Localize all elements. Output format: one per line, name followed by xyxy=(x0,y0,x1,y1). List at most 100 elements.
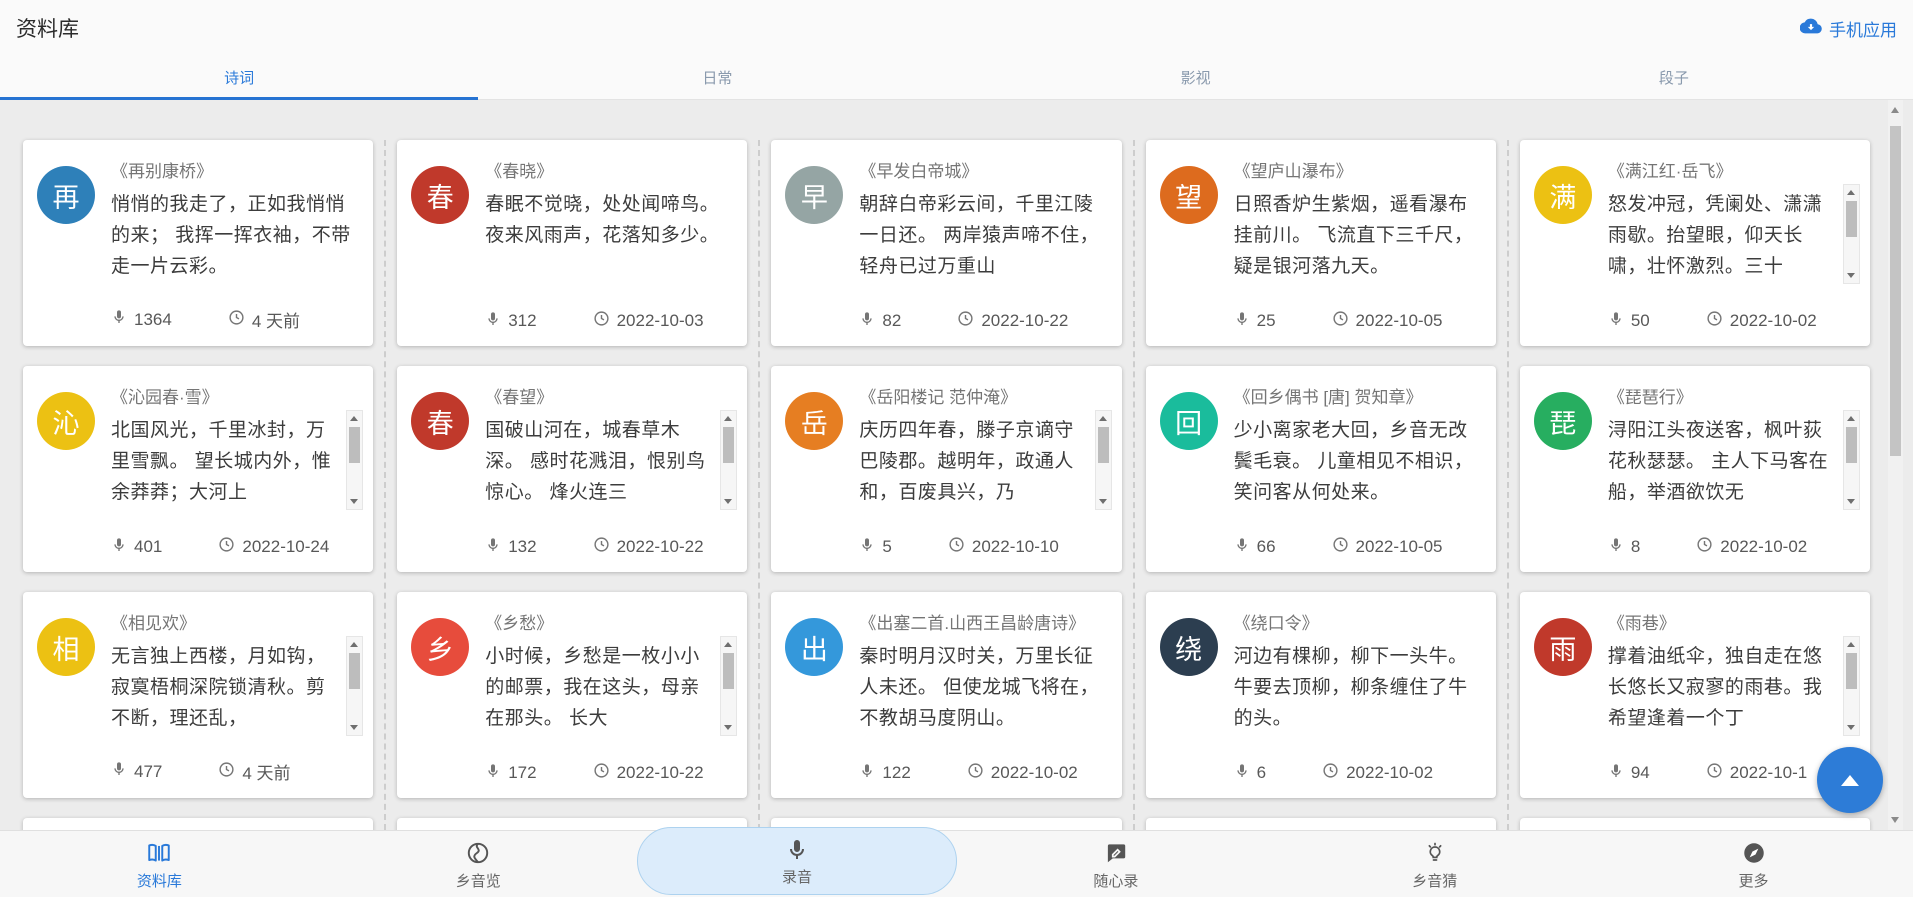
record-date: 2022-10-22 xyxy=(593,762,704,784)
scroll-down-arrow-icon[interactable] xyxy=(350,499,359,504)
card-title: 《琵琶行》 xyxy=(1607,388,1693,407)
scrollbar-thumb[interactable] xyxy=(1846,201,1858,237)
avatar: 相 xyxy=(37,618,95,676)
record-date: 2022-10-22 xyxy=(957,310,1068,332)
scroll-down-arrow-icon[interactable] xyxy=(724,725,733,730)
scroll-up-arrow-icon[interactable] xyxy=(724,416,733,421)
nav-item-library[interactable]: 资料库 xyxy=(0,831,319,897)
tab-jokes[interactable]: 段子 xyxy=(1435,56,1913,99)
card-column: 望 《望庐山瀑布》 日照香炉生紫烟，遥看瀑布挂前川。 飞流直下三千尺，疑是银河落… xyxy=(1135,140,1509,830)
poem-card[interactable]: 乡 《乡愁》 小时候，乡愁是一枚小小的邮票，我在这头，母亲在那头。 长大 172 xyxy=(397,592,748,798)
poem-card[interactable]: 沁 《沁园春·雪》 北国风光，千里冰封，万里雪飘。 望长城内外，惟余莽莽；大河上… xyxy=(23,366,374,572)
nav-item-more[interactable]: 更多 xyxy=(1594,831,1913,897)
scrollbar-thumb[interactable] xyxy=(1097,427,1109,463)
poem-card[interactable]: 回 《回乡偶书 [唐] 贺知章》 少小离家老大回，乡音无改鬓毛衰。 儿童相见不相… xyxy=(1145,366,1496,572)
microphone-icon xyxy=(485,537,501,558)
clock-icon xyxy=(218,761,235,783)
poem-card[interactable]: 岳 《岳阳楼记 范仲淹》 庆历四年春，滕子京谪守巴陵郡。越明年，政通人和，百废具… xyxy=(771,366,1122,572)
card-title: 《早发白帝城》 xyxy=(859,162,979,181)
scroll-up-arrow-icon[interactable] xyxy=(350,642,359,647)
scroll-down-arrow-icon[interactable] xyxy=(724,499,733,504)
tab-movies[interactable]: 影视 xyxy=(957,56,1435,99)
poem-card[interactable]: 春 《春望》 国破山河在，城春草木深。 感时花溅泪，恨别鸟惊心。 烽火连三 13… xyxy=(397,366,748,572)
card-text: 悄悄的我走了，正如我悄悄的来； 我挥一挥衣袖，不带走一片云彩。 xyxy=(111,194,351,277)
card-scrollbar[interactable] xyxy=(346,410,364,510)
scroll-up-arrow-icon[interactable] xyxy=(724,642,733,647)
scroll-up-arrow-icon[interactable] xyxy=(350,416,359,421)
scroll-down-arrow-icon[interactable] xyxy=(1847,725,1856,730)
card-scrollbar[interactable] xyxy=(1843,184,1861,284)
tab-poetry[interactable]: 诗词 xyxy=(0,56,479,100)
scrollbar-thumb[interactable] xyxy=(1890,126,1901,456)
card-scrollbar[interactable] xyxy=(720,636,738,736)
scroll-down-arrow-icon[interactable] xyxy=(1847,273,1856,278)
nav-item-record[interactable]: 录音 xyxy=(637,827,958,897)
scroll-up-arrow-icon[interactable] xyxy=(1847,642,1856,647)
record-date: 2022-10-02 xyxy=(1696,536,1807,558)
avatar: 沁 xyxy=(37,392,95,450)
card-scrollbar[interactable] xyxy=(720,410,738,510)
recordings-count: 94 xyxy=(1608,763,1650,784)
nav-item-dialect-browse[interactable]: 乡音览 xyxy=(319,831,638,897)
poem-card[interactable]: 雨 《雨巷》 撑着油纸伞，独自走在悠长悠长又寂寥的雨巷。我希望逢着一个丁 94 xyxy=(1519,592,1871,798)
scroll-up-arrow-icon[interactable] xyxy=(1098,416,1107,421)
mobile-app-link[interactable]: 手机应用 xyxy=(1799,15,1897,42)
partial-card xyxy=(1145,818,1496,830)
scrollbar-thumb[interactable] xyxy=(723,653,735,689)
recordings-count: 1364 xyxy=(111,309,172,330)
scroll-down-arrow-icon[interactable] xyxy=(1891,817,1899,823)
recordings-count: 132 xyxy=(485,537,537,558)
recordings-count: 5 xyxy=(859,537,892,558)
poem-card[interactable]: 出 《出塞二首.山西王昌龄唐诗》 秦时明月汉时关，万里长征人未还。 但使龙城飞将… xyxy=(771,592,1122,798)
scrollbar-thumb[interactable] xyxy=(723,427,735,463)
top-bar: 资料库 手机应用 xyxy=(0,0,1913,56)
card-title: 《春望》 xyxy=(485,388,554,407)
poem-card[interactable]: 再 《再别康桥》 悄悄的我走了，正如我悄悄的来； 我挥一挥衣袖，不带走一片云彩。… xyxy=(23,140,374,346)
card-scrollbar[interactable] xyxy=(346,636,364,736)
card-scrollbar[interactable] xyxy=(1094,410,1112,510)
recordings-count: 66 xyxy=(1234,537,1276,558)
poem-card[interactable]: 早 《早发白帝城》 朝辞白帝彩云间，千里江陵一日还。 两岸猿声啼不住，轻舟已过万… xyxy=(771,140,1122,346)
record-date: 2022-10-02 xyxy=(967,762,1078,784)
avatar: 出 xyxy=(785,618,844,676)
scrollbar-thumb[interactable] xyxy=(349,427,361,463)
card-text: 春眠不觉晓，处处闻啼鸟。夜来风雨声，花落知多少。 xyxy=(485,194,720,246)
avatar: 春 xyxy=(411,166,470,224)
scroll-down-arrow-icon[interactable] xyxy=(1847,499,1856,504)
card-title: 《乡愁》 xyxy=(485,614,554,633)
scroll-up-arrow-icon[interactable] xyxy=(1891,107,1899,113)
open-book-icon xyxy=(146,840,172,870)
scrollbar-thumb[interactable] xyxy=(1846,653,1858,689)
scrollbar-thumb[interactable] xyxy=(349,653,361,689)
compass-icon xyxy=(1741,840,1767,870)
poem-card[interactable]: 满 《满江红·岳飞》 怒发冲冠，凭阑处、潇潇雨歇。抬望眼，仰天长啸，壮怀激烈。三… xyxy=(1519,140,1871,346)
scroll-up-arrow-icon[interactable] xyxy=(1847,416,1856,421)
poem-card[interactable]: 春 《春晓》 春眠不觉晓，处处闻啼鸟。夜来风雨声，花落知多少。 312 2022… xyxy=(397,140,748,346)
recordings-count: 25 xyxy=(1234,311,1276,332)
scroll-down-arrow-icon[interactable] xyxy=(350,725,359,730)
recordings-count: 82 xyxy=(859,311,901,332)
record-pill[interactable]: 录音 xyxy=(637,827,958,895)
tab-daily[interactable]: 日常 xyxy=(478,56,956,99)
cloud-download-icon xyxy=(1799,15,1822,42)
card-text: 怒发冲冠，凭阑处、潇潇雨歇。抬望眼，仰天长啸，壮怀激烈。三十 xyxy=(1607,194,1823,277)
card-scrollbar[interactable] xyxy=(1843,636,1861,736)
clock-icon xyxy=(957,310,974,332)
microphone-icon xyxy=(785,838,809,866)
scroll-up-arrow-icon[interactable] xyxy=(1847,190,1856,195)
page-scrollbar[interactable] xyxy=(1888,100,1903,830)
scrollbar-thumb[interactable] xyxy=(1846,427,1858,463)
poem-card[interactable]: 望 《望庐山瀑布》 日照香炉生紫烟，遥看瀑布挂前川。 飞流直下三千尺，疑是银河落… xyxy=(1145,140,1496,346)
nav-item-free-record[interactable]: 随心录 xyxy=(956,831,1275,897)
note-bubble-icon xyxy=(1103,840,1129,870)
poem-card[interactable]: 相 《相见欢》 无言独上西楼，月如钩，寂寞梧桐深院锁清秋。剪不断，理还乱， 47… xyxy=(23,592,374,798)
scroll-down-arrow-icon[interactable] xyxy=(1098,499,1107,504)
card-scrollbar[interactable] xyxy=(1843,410,1861,510)
avatar: 满 xyxy=(1533,166,1592,224)
poem-card[interactable]: 琵 《琵琶行》 浔阳江头夜送客，枫叶荻花秋瑟瑟。 主人下马客在船，举酒欲饮无 8 xyxy=(1519,366,1871,572)
clock-icon xyxy=(228,309,245,331)
card-title: 《再别康桥》 xyxy=(111,162,213,181)
back-to-top-button[interactable] xyxy=(1817,747,1883,813)
poem-card[interactable]: 绕 《绕口令》 河边有棵柳，柳下一头牛。 牛要去顶柳，柳条缠住了牛的头。 6 2… xyxy=(1145,592,1496,798)
nav-item-dialect-guess[interactable]: 乡音猜 xyxy=(1275,831,1594,897)
